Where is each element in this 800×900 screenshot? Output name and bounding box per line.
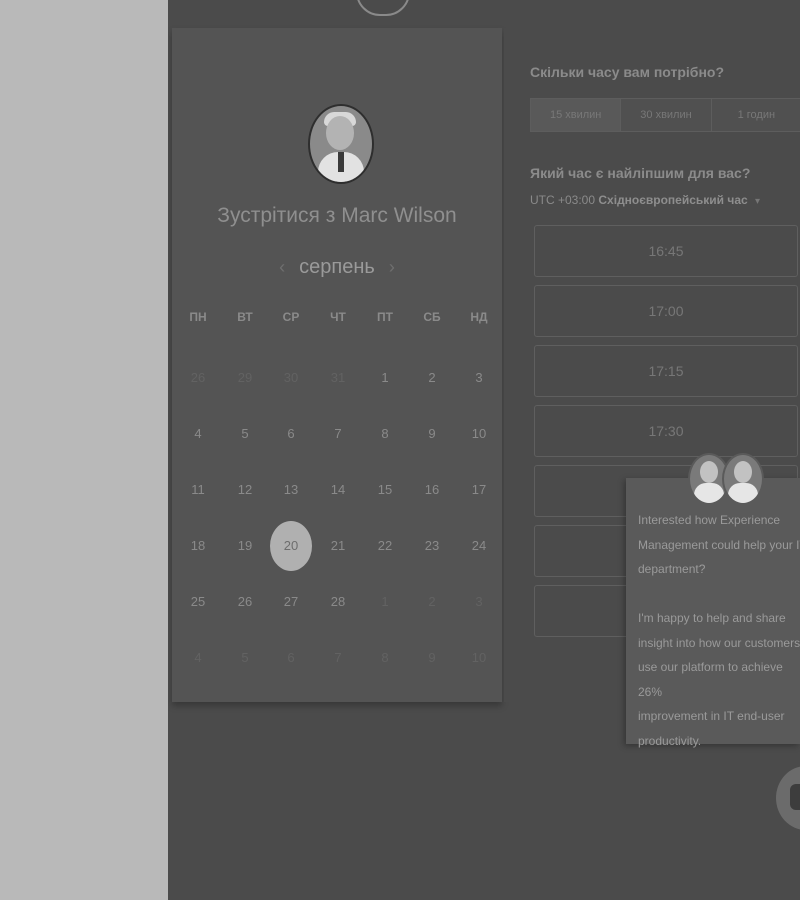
chevron-right-icon[interactable]: › xyxy=(389,257,395,278)
calendar-day-selected[interactable]: 20 xyxy=(270,521,312,571)
calendar-day[interactable]: 28 xyxy=(318,592,358,612)
calendar-day[interactable]: 22 xyxy=(365,536,405,556)
calendar-day[interactable]: 26 xyxy=(225,592,265,612)
duration-option-15[interactable]: 15 хвилин xyxy=(531,99,622,131)
calendar-day: 26 xyxy=(190,370,206,385)
meeting-title: Зустрітися з Marc Wilson xyxy=(217,204,457,227)
calendar-day[interactable]: 21 xyxy=(318,536,358,556)
time-slot[interactable]: 16:45 xyxy=(534,225,798,277)
duration-option-30[interactable]: 30 хвилин xyxy=(621,99,712,131)
weekday-label: ПТ xyxy=(377,310,393,324)
calendar-day[interactable]: 8 xyxy=(365,424,405,444)
calendar-day[interactable]: 25 xyxy=(178,592,218,612)
calendar-day[interactable]: 2 xyxy=(412,368,452,388)
calendar-day[interactable]: 14 xyxy=(318,480,358,500)
chevron-down-icon: ▾ xyxy=(755,196,761,207)
calendar-day[interactable]: 11 xyxy=(178,480,218,500)
calendar-day[interactable]: 19 xyxy=(225,536,265,556)
chat-agents xyxy=(688,453,764,505)
calendar-day[interactable]: 10 xyxy=(459,424,499,444)
scheduling-app: Зустрітися з Marc Wilson ‹ серпень › ПН В… xyxy=(168,0,800,900)
calendar-day[interactable]: 7 xyxy=(318,424,358,444)
calendar-day: 2 xyxy=(428,594,436,609)
host-avatar xyxy=(308,104,374,184)
calendar-day[interactable]: 6 xyxy=(271,424,311,444)
calendar-day[interactable]: 16 xyxy=(412,480,452,500)
calendar-day[interactable]: 24 xyxy=(459,536,499,556)
calendar-day[interactable]: 12 xyxy=(225,480,265,500)
calendar-day: 5 xyxy=(241,650,249,665)
calendar-day[interactable]: 9 xyxy=(412,424,452,444)
calendar-day: 10 xyxy=(471,650,487,665)
month-label: серпень xyxy=(299,255,375,278)
calendar-day: 31 xyxy=(330,370,346,385)
calendar-day: 6 xyxy=(287,650,295,665)
calendar-day: 4 xyxy=(194,650,202,665)
timezone-selector[interactable]: UTC +03:00 Східноєвропейський час ▾ xyxy=(530,193,760,207)
calendar-day: 30 xyxy=(283,370,299,385)
calendar-day[interactable]: 23 xyxy=(412,536,452,556)
weekday-label: ЧТ xyxy=(330,310,346,324)
timezone-name: Східноєвропейський час xyxy=(598,193,748,207)
calendar-day[interactable]: 1 xyxy=(365,368,405,388)
calendar-day[interactable]: 27 xyxy=(271,592,311,612)
weekday-label: ПН xyxy=(189,310,207,324)
agent-avatar xyxy=(722,453,764,505)
calendar-day[interactable]: 17 xyxy=(459,480,499,500)
weekday-label: НД xyxy=(470,310,488,324)
duration-option-60[interactable]: 1 годин xyxy=(712,99,800,131)
calendar-day: 1 xyxy=(381,594,389,609)
calendar-day: 7 xyxy=(334,650,342,665)
calendar-day[interactable]: 15 xyxy=(365,480,405,500)
calendar-day: 29 xyxy=(237,370,253,385)
duration-selector: 15 хвилин 30 хвилин 1 годин xyxy=(530,98,800,132)
calendar-day: 3 xyxy=(475,594,483,609)
calendar-day[interactable]: 4 xyxy=(178,424,218,444)
time-slot[interactable]: 17:15 xyxy=(534,345,798,397)
chat-message: Interested how Experience Management cou… xyxy=(638,513,800,748)
month-navigation: ‹ серпень › xyxy=(172,252,502,282)
calendar-day[interactable]: 5 xyxy=(225,424,265,444)
weekday-label: СР xyxy=(282,310,300,324)
timezone-offset: UTC +03:00 xyxy=(530,193,596,207)
time-slot[interactable]: 17:30 xyxy=(534,405,798,457)
calendar-day: 9 xyxy=(428,650,436,665)
duration-title: Скільки часу вам потрібно? xyxy=(530,64,725,80)
chevron-left-icon[interactable]: ‹ xyxy=(279,257,285,278)
weekday-label: СБ xyxy=(423,310,441,324)
chat-popup[interactable]: Interested how Experience Management cou… xyxy=(626,478,800,748)
calendar-day[interactable]: 18 xyxy=(178,536,218,556)
time-slot[interactable]: 17:00 xyxy=(534,285,798,337)
calendar-day: 8 xyxy=(381,650,389,665)
calendar-day[interactable]: 3 xyxy=(459,368,499,388)
chat-bubble-icon xyxy=(356,0,410,16)
time-title: Який час є найліпшим для вас? xyxy=(530,165,751,181)
weekday-label: ВТ xyxy=(237,310,253,324)
calendar-day[interactable]: 13 xyxy=(271,480,311,500)
meeting-card: Зустрітися з Marc Wilson ‹ серпень › ПН В… xyxy=(172,28,502,702)
